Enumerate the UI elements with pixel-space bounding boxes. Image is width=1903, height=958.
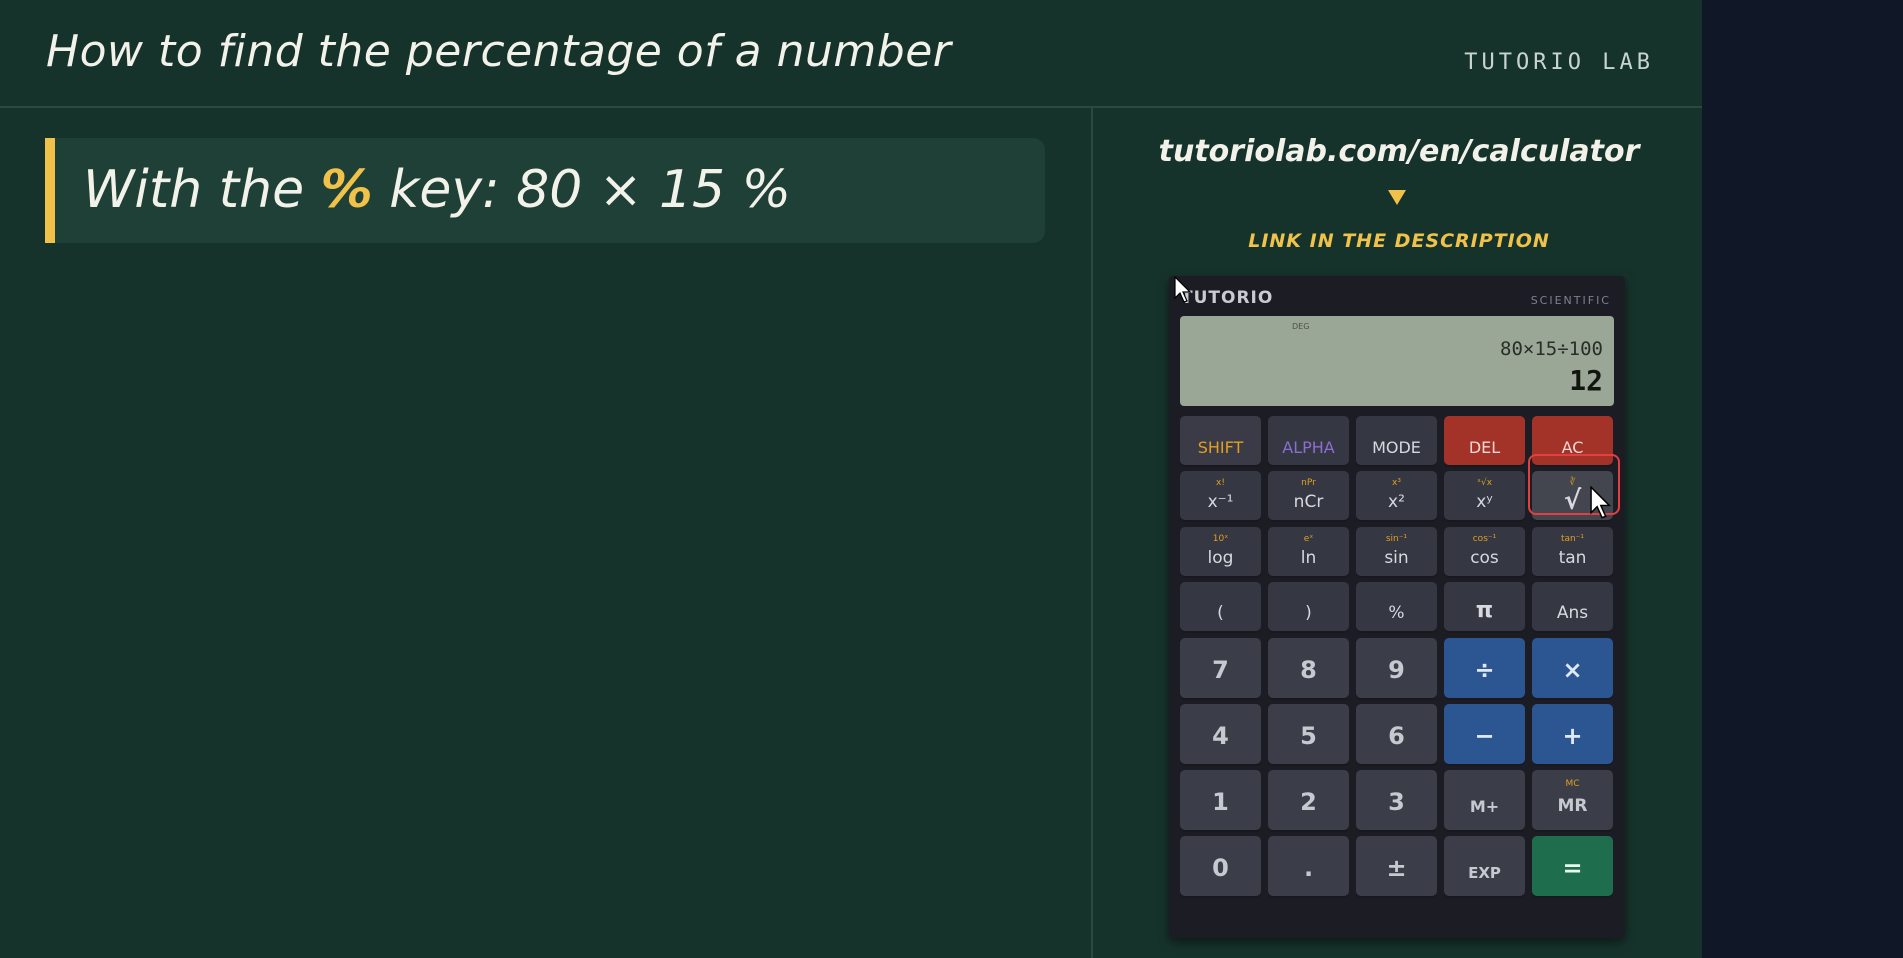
digit-6-key[interactable]: 6 (1356, 704, 1437, 764)
digit-3-key[interactable]: 3 (1356, 770, 1437, 830)
pointer-cursor-icon (1590, 486, 1612, 519)
ln-key[interactable]: eˣ ln (1268, 527, 1349, 576)
inverse-key[interactable]: x! x⁻¹ (1180, 471, 1261, 520)
ncr-key[interactable]: nPr nCr (1268, 471, 1349, 520)
power-key[interactable]: ˣ√x xʸ (1444, 471, 1525, 520)
percent-key[interactable]: % (1356, 582, 1437, 631)
memory-plus-key[interactable]: M+ (1444, 770, 1525, 830)
vertical-divider (1091, 108, 1093, 958)
digit-1-key[interactable]: 1 (1180, 770, 1261, 830)
plus-key[interactable]: + (1532, 704, 1613, 764)
formula-suffix: key: 80 × 15 % (372, 160, 792, 220)
header: How to find the percentage of a number T… (0, 0, 1702, 108)
down-arrow-icon (1388, 190, 1406, 205)
alpha-key[interactable]: ALPHA (1268, 416, 1349, 465)
formula-key-highlight: % (320, 160, 373, 220)
cos-key[interactable]: cos⁻¹ cos (1444, 527, 1525, 576)
angle-mode-indicator: DEG (1292, 322, 1310, 331)
cursor-arrow-icon (1174, 276, 1192, 303)
digit-4-key[interactable]: 4 (1180, 704, 1261, 764)
multiply-key[interactable]: × (1532, 638, 1613, 698)
delete-key[interactable]: DEL (1444, 416, 1525, 465)
calculator: TUTORIO SCIENTIFIC DEG 80×15÷100 12 SHIF… (1169, 276, 1625, 938)
digit-8-key[interactable]: 8 (1268, 638, 1349, 698)
digit-9-key[interactable]: 9 (1356, 638, 1437, 698)
equals-key[interactable]: = (1532, 836, 1613, 896)
log-key[interactable]: 10ˣ log (1180, 527, 1261, 576)
divide-key[interactable]: ÷ (1444, 638, 1525, 698)
digit-5-key[interactable]: 5 (1268, 704, 1349, 764)
right-dark-margin (1702, 0, 1903, 958)
calculator-brand: TUTORIO (1181, 288, 1274, 308)
decimal-point-key[interactable]: . (1268, 836, 1349, 896)
lesson-board: How to find the percentage of a number T… (0, 0, 1702, 958)
formula-text: With the % key: 80 × 15 % (83, 160, 791, 220)
formula-prefix: With the (83, 160, 321, 220)
calculator-display: DEG 80×15÷100 12 (1180, 316, 1614, 406)
negate-key[interactable]: ± (1356, 836, 1437, 896)
digit-7-key[interactable]: 7 (1180, 638, 1261, 698)
digit-2-key[interactable]: 2 (1268, 770, 1349, 830)
page-title: How to find the percentage of a number (46, 26, 952, 77)
mode-key[interactable]: MODE (1356, 416, 1437, 465)
sin-key[interactable]: sin⁻¹ sin (1356, 527, 1437, 576)
formula-box: With the % key: 80 × 15 % (45, 138, 1045, 243)
minus-key[interactable]: − (1444, 704, 1525, 764)
display-result: 12 (1569, 364, 1603, 397)
left-paren-key[interactable]: ( (1180, 582, 1261, 631)
display-expression: 80×15÷100 (1500, 338, 1603, 360)
ans-key[interactable]: Ans (1532, 582, 1613, 631)
shift-key[interactable]: SHIFT (1180, 416, 1261, 465)
pi-key[interactable]: π (1444, 582, 1525, 631)
calculator-url-link[interactable]: tutoriolab.com/en/calculator (1096, 134, 1702, 169)
brand-logo-text: TUTORIO LAB (1464, 50, 1654, 75)
link-note: LINK IN THE DESCRIPTION (1248, 230, 1550, 252)
tan-key[interactable]: tan⁻¹ tan (1532, 527, 1613, 576)
right-paren-key[interactable]: ) (1268, 582, 1349, 631)
square-key[interactable]: x³ x² (1356, 471, 1437, 520)
calculator-model: SCIENTIFIC (1530, 294, 1611, 307)
exponent-key[interactable]: EXP (1444, 836, 1525, 896)
memory-recall-key[interactable]: MC MR (1532, 770, 1613, 830)
digit-0-key[interactable]: 0 (1180, 836, 1261, 896)
